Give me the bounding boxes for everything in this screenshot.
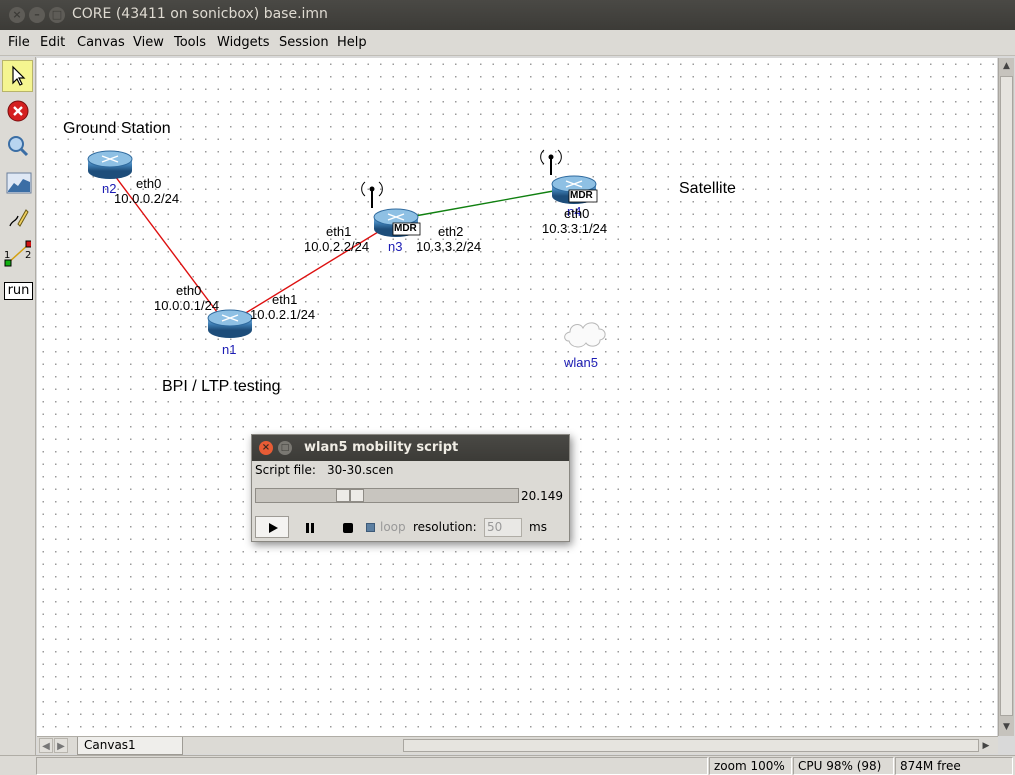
minimize-window-icon[interactable]: – bbox=[29, 7, 45, 23]
dialog-maximize-icon[interactable]: □ bbox=[278, 441, 292, 455]
wlan-cloud-icon bbox=[564, 322, 606, 348]
resolution-input[interactable]: 50 bbox=[484, 518, 522, 537]
dialog-close-icon[interactable]: × bbox=[259, 441, 273, 455]
canvas-vertical-scrollbar[interactable]: ▲ ▼ bbox=[998, 58, 1014, 736]
horizontal-scroll-thumb[interactable] bbox=[403, 739, 979, 752]
plot-tool-button[interactable] bbox=[2, 167, 33, 199]
mdr-badge-n4: MDR bbox=[570, 190, 593, 201]
node-name-n3[interactable]: n3 bbox=[388, 239, 402, 254]
iface-n4-eth0: eth0 bbox=[564, 206, 590, 221]
tab-next-icon[interactable]: ▶ bbox=[54, 738, 68, 753]
iface-n1-eth1: eth1 bbox=[272, 292, 298, 307]
scroll-up-icon[interactable]: ▲ bbox=[999, 58, 1014, 74]
annotation-bpi[interactable]: BPI / LTP testing bbox=[162, 378, 281, 396]
play-button[interactable] bbox=[255, 516, 289, 538]
observer-widget-button[interactable] bbox=[2, 130, 33, 162]
ip-n2-eth0: 10.0.0.2/24 bbox=[114, 191, 180, 206]
svg-text:1: 1 bbox=[4, 250, 10, 261]
status-message bbox=[36, 757, 708, 775]
dialog-title: wlan5 mobility script bbox=[304, 440, 459, 455]
router-n2-icon bbox=[87, 150, 133, 179]
iface-n3-eth2: eth2 bbox=[438, 224, 464, 239]
stop-session-button[interactable] bbox=[2, 95, 33, 127]
two-node-link-icon: 1 2 bbox=[4, 240, 31, 267]
scroll-right-icon[interactable]: ▶ bbox=[979, 739, 993, 753]
time-slider[interactable] bbox=[255, 488, 519, 503]
run-label: run bbox=[4, 282, 33, 300]
pause-button[interactable] bbox=[292, 516, 326, 538]
mobility-script-dialog: × □ wlan5 mobility script Script file: 3… bbox=[251, 434, 570, 542]
marker-tool-button[interactable] bbox=[2, 202, 33, 234]
time-value: 20.149 bbox=[521, 489, 563, 503]
node-name-wlan5[interactable]: wlan5 bbox=[564, 355, 598, 370]
stop-button[interactable] bbox=[330, 516, 364, 538]
magnifier-icon bbox=[8, 136, 29, 157]
canvas-tab-bar: ◀ ▶ Canvas1 ▶ bbox=[37, 736, 998, 755]
window-titlebar: × – □ CORE (43411 on sonicbox) base.imn bbox=[0, 0, 1015, 30]
ip-n3-eth2: 10.3.3.2/24 bbox=[416, 239, 482, 254]
ip-n1-eth1: 10.0.2.1/24 bbox=[250, 307, 316, 322]
topology-drawing bbox=[87, 149, 606, 348]
pause-icon bbox=[306, 523, 314, 533]
ip-n1-eth0: 10.0.0.1/24 bbox=[154, 298, 220, 313]
stop-square-icon bbox=[343, 523, 353, 533]
menu-file[interactable]: File bbox=[8, 35, 30, 50]
play-icon bbox=[269, 523, 278, 533]
two-node-tool-button[interactable]: 1 2 bbox=[2, 238, 33, 270]
menu-session[interactable]: Session bbox=[279, 35, 329, 50]
window-title: CORE (43411 on sonicbox) base.imn bbox=[72, 6, 328, 22]
iface-n3-eth1: eth1 bbox=[326, 224, 352, 239]
iface-n1-eth0: eth0 bbox=[176, 283, 202, 298]
loop-label: loop bbox=[380, 520, 406, 534]
tool-palette: 1 2 run bbox=[0, 57, 36, 757]
select-tool-button[interactable] bbox=[2, 60, 33, 92]
script-file-name: 30-30.scen bbox=[327, 463, 394, 477]
loop-checkbox[interactable] bbox=[366, 523, 375, 532]
status-bar: zoom 100% CPU 98% (98) 874M free bbox=[0, 755, 1015, 775]
stop-icon bbox=[7, 100, 29, 122]
time-slider-thumb-half[interactable] bbox=[350, 489, 364, 502]
menu-edit[interactable]: Edit bbox=[40, 35, 65, 50]
link-n3-n4 bbox=[414, 189, 560, 217]
menu-help[interactable]: Help bbox=[337, 35, 367, 50]
run-tool-button[interactable]: run bbox=[2, 275, 33, 307]
annotation-ground-station[interactable]: Ground Station bbox=[63, 120, 171, 138]
menu-widgets[interactable]: Widgets bbox=[217, 35, 270, 50]
arrow-cursor-icon bbox=[12, 65, 26, 86]
dialog-titlebar[interactable]: × □ wlan5 mobility script bbox=[252, 435, 569, 461]
tab-prev-icon[interactable]: ◀ bbox=[39, 738, 53, 753]
maximize-window-icon[interactable]: □ bbox=[49, 7, 65, 23]
menubar: File Edit Canvas View Tools Widgets Sess… bbox=[0, 30, 1015, 56]
scroll-down-icon[interactable]: ▼ bbox=[999, 719, 1014, 735]
pencil-icon bbox=[9, 209, 29, 227]
time-slider-thumb[interactable] bbox=[336, 489, 350, 502]
tab-canvas1[interactable]: Canvas1 bbox=[77, 737, 183, 755]
ip-n4-eth0: 10.3.3.1/24 bbox=[542, 221, 608, 236]
status-cpu: CPU 98% (98) bbox=[793, 757, 894, 775]
annotation-satellite[interactable]: Satellite bbox=[679, 180, 736, 198]
script-file-label: Script file: bbox=[255, 463, 316, 477]
resolution-unit: ms bbox=[529, 520, 547, 534]
topology-canvas[interactable]: Ground Station Satellite BPI / LTP testi… bbox=[37, 58, 997, 736]
ip-n3-eth1: 10.0.2.2/24 bbox=[304, 239, 370, 254]
menu-canvas[interactable]: Canvas bbox=[77, 35, 125, 50]
svg-text:2: 2 bbox=[25, 250, 31, 261]
menu-tools[interactable]: Tools bbox=[174, 35, 206, 50]
mdr-badge-n3: MDR bbox=[394, 223, 417, 234]
close-window-icon[interactable]: × bbox=[9, 7, 25, 23]
router-n1-icon bbox=[207, 309, 253, 338]
status-memory: 874M free bbox=[895, 757, 1013, 775]
iface-n2-eth0: eth0 bbox=[136, 176, 162, 191]
status-zoom: zoom 100% bbox=[709, 757, 792, 775]
node-name-n1[interactable]: n1 bbox=[222, 342, 236, 357]
menu-view[interactable]: View bbox=[133, 35, 164, 50]
vertical-scroll-thumb[interactable] bbox=[1000, 76, 1013, 716]
resolution-label: resolution: bbox=[413, 520, 477, 534]
chart-icon bbox=[6, 172, 32, 194]
